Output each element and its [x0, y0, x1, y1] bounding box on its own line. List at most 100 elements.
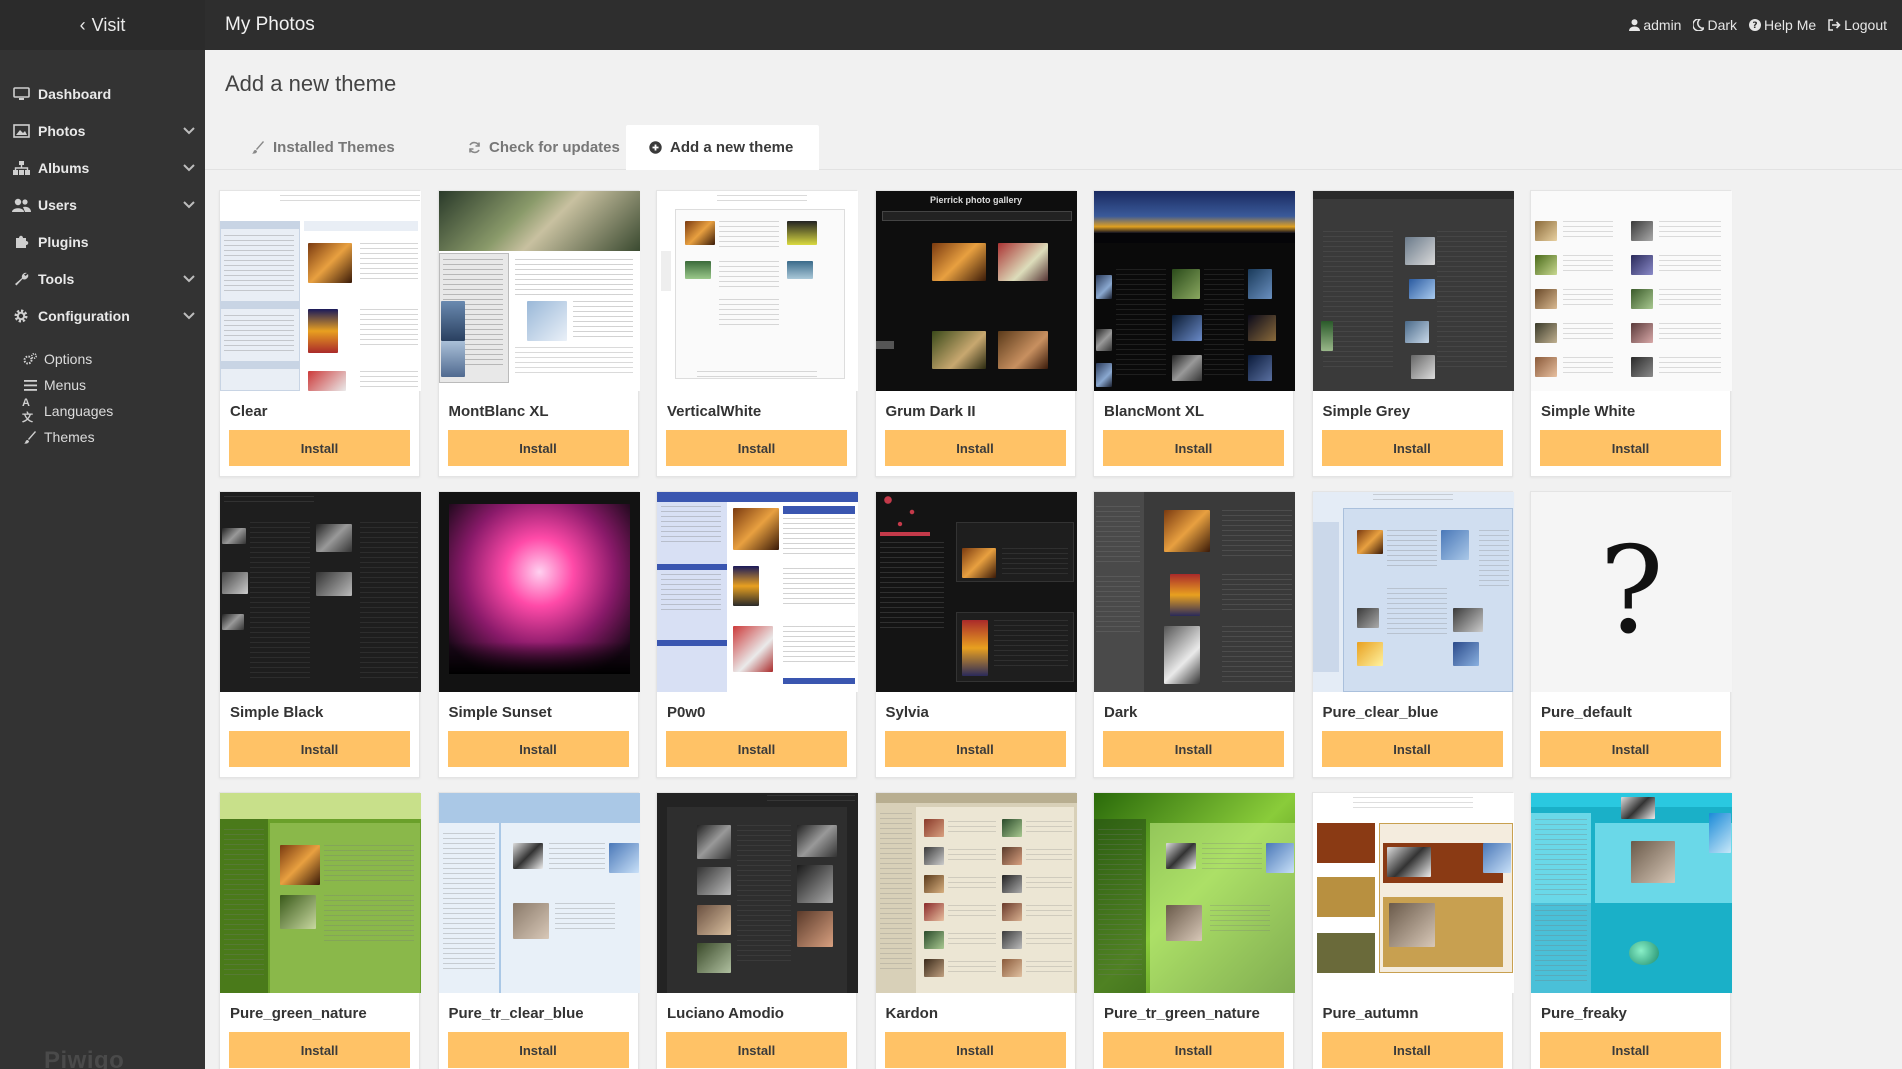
theme-card: Pure_autumn Install	[1311, 792, 1514, 1069]
theme-name: Grum Dark II	[885, 403, 976, 420]
theme-preview-image[interactable]	[1094, 492, 1295, 692]
install-button[interactable]: Install	[1540, 430, 1721, 466]
sidebar-item-photos[interactable]: Photos	[0, 112, 205, 149]
theme-name: Kardon	[885, 1005, 939, 1022]
chevron-down-icon	[183, 124, 195, 138]
theme-preview-image[interactable]: Pierrick photo gallery	[875, 191, 1077, 391]
topbar-link-help-me[interactable]: ? Help Me	[1749, 17, 1816, 33]
sidebar-subitem-label: Menus	[44, 377, 87, 393]
theme-name: Simple White	[1541, 403, 1636, 420]
tab-label: Check for updates	[489, 139, 620, 156]
sidebar-item-dashboard[interactable]: Dashboard	[0, 75, 205, 112]
app-title[interactable]: My Photos	[225, 14, 315, 36]
install-button[interactable]: Install	[229, 731, 410, 767]
theme-preview-image[interactable]	[1531, 191, 1732, 391]
theme-name: Simple Sunset	[448, 704, 552, 721]
chevron-left-icon: ‹	[79, 14, 86, 35]
sidebar-subitem-themes[interactable]: Themes	[0, 424, 205, 450]
theme-preview-image[interactable]	[1312, 191, 1514, 391]
install-button[interactable]: Install	[666, 1032, 847, 1068]
install-button[interactable]: Install	[229, 430, 410, 466]
top-bar: My Photos admin Dark ? Help Me Logout	[205, 0, 1902, 50]
sidebar-item-users[interactable]: Users	[0, 186, 205, 223]
theme-preview-image[interactable]	[1531, 793, 1732, 993]
theme-card: Pure_clear_blue Install	[1311, 491, 1514, 778]
topbar-link-label: Dark	[1707, 17, 1738, 33]
install-button[interactable]: Install	[1321, 1032, 1503, 1068]
theme-card: Clear Install	[219, 190, 421, 477]
sidebar-item-label: Plugins	[38, 233, 89, 250]
sidebar-item-tools[interactable]: Tools	[0, 260, 205, 297]
theme-preview-image[interactable]: ?	[1531, 492, 1732, 692]
theme-preview-image[interactable]	[657, 191, 858, 391]
user-links: admin Dark ? Help Me Logout	[1629, 17, 1887, 33]
theme-card: VerticalWhite Install	[656, 190, 858, 477]
install-button[interactable]: Install	[447, 1032, 629, 1068]
topbar-link-dark[interactable]: Dark	[1693, 17, 1737, 33]
users-icon	[10, 198, 32, 212]
install-button[interactable]: Install	[1540, 1032, 1721, 1068]
install-button[interactable]: Install	[1103, 430, 1284, 466]
tab-add-a-new-theme[interactable]: Add a new theme	[626, 125, 819, 170]
sidebar-item-label: Photos	[38, 122, 86, 139]
theme-name: Pure_freaky	[1541, 1005, 1627, 1022]
theme-name: Pure_green_nature	[230, 1005, 367, 1022]
theme-preview-image[interactable]	[220, 492, 421, 692]
theme-preview-image[interactable]	[875, 492, 1077, 692]
install-button[interactable]: Install	[1321, 731, 1503, 767]
theme-preview-image[interactable]	[657, 793, 858, 993]
theme-preview-image[interactable]	[438, 191, 640, 391]
visit-link[interactable]: ‹ Visit	[0, 0, 205, 50]
sidebar-subitem-options[interactable]: Options	[0, 346, 205, 372]
theme-card: Sylvia Install	[874, 491, 1077, 778]
sidebar-subitem-menus[interactable]: Menus	[0, 372, 205, 398]
install-button[interactable]: Install	[447, 731, 629, 767]
install-button[interactable]: Install	[229, 1032, 410, 1068]
install-button[interactable]: Install	[884, 1032, 1066, 1068]
theme-card: BlancMont XL Install	[1093, 190, 1295, 477]
brush-icon	[252, 141, 265, 154]
tab-label: Installed Themes	[273, 139, 395, 156]
install-button[interactable]: Install	[1321, 430, 1503, 466]
install-button[interactable]: Install	[666, 731, 847, 767]
theme-preview-image[interactable]	[220, 191, 421, 391]
theme-name: Clear	[230, 403, 268, 420]
sidebar-item-configuration[interactable]: Configuration	[0, 297, 205, 334]
sidebar-subitem-languages[interactable]: A文 Languages	[0, 397, 205, 424]
theme-name: Pure_autumn	[1322, 1005, 1419, 1022]
install-button[interactable]: Install	[884, 731, 1066, 767]
theme-preview-image[interactable]	[220, 793, 421, 993]
topbar-link-admin[interactable]: admin	[1629, 17, 1681, 33]
theme-preview-image[interactable]	[1094, 793, 1295, 993]
tab-installed-themes[interactable]: Installed Themes	[229, 125, 418, 170]
theme-preview-image[interactable]	[438, 492, 640, 692]
sidebar-item-plugins[interactable]: Plugins	[0, 223, 205, 260]
logout-icon	[1828, 19, 1841, 31]
chevron-down-icon	[183, 272, 195, 286]
cog-icon	[10, 308, 32, 324]
theme-preview-image[interactable]	[1312, 492, 1514, 692]
theme-preview-image[interactable]	[1094, 191, 1295, 391]
install-button[interactable]: Install	[1103, 1032, 1284, 1068]
sidebar-subitem-label: Languages	[44, 403, 114, 419]
theme-card: Pure_tr_green_nature Install	[1093, 792, 1295, 1069]
install-button[interactable]: Install	[447, 430, 629, 466]
topbar-link-logout[interactable]: Logout	[1828, 17, 1887, 33]
puzzle-icon	[10, 234, 32, 249]
theme-preview-image[interactable]	[657, 492, 858, 692]
theme-card: Kardon Install	[874, 792, 1077, 1069]
install-button[interactable]: Install	[666, 430, 847, 466]
theme-preview-image[interactable]	[875, 793, 1077, 993]
help-icon: ?	[1749, 19, 1762, 31]
theme-name: Pure_tr_green_nature	[1104, 1005, 1260, 1022]
theme-grid: Clear Install MontBlanc XL Install VerticalW…	[219, 190, 1819, 1069]
theme-preview-image[interactable]	[438, 793, 640, 993]
sidebar-item-albums[interactable]: Albums	[0, 149, 205, 186]
cogs-icon	[22, 353, 38, 365]
tab-check-for-updates[interactable]: Check for updates	[445, 125, 643, 170]
install-button[interactable]: Install	[1540, 731, 1721, 767]
install-button[interactable]: Install	[1103, 731, 1284, 767]
theme-preview-image[interactable]	[1312, 793, 1514, 993]
install-button[interactable]: Install	[884, 430, 1066, 466]
list-icon	[22, 379, 38, 391]
